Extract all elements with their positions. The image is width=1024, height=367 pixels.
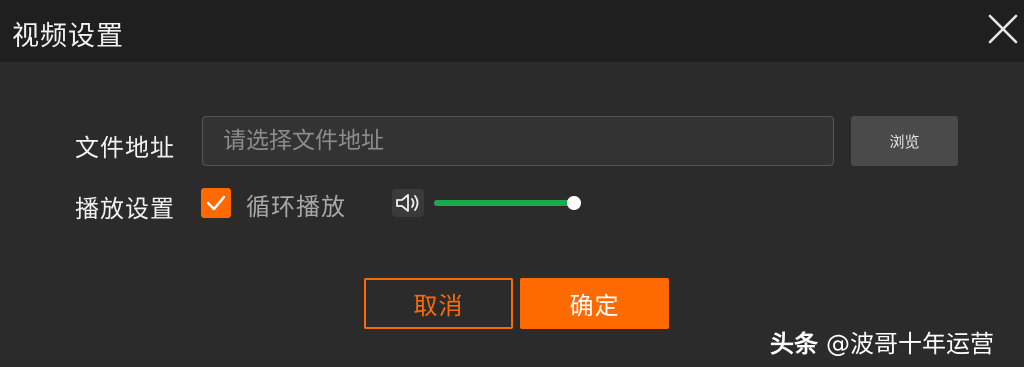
loop-label: 循环播放	[246, 193, 346, 221]
watermark: 头条 @波哥十年运营	[770, 324, 994, 359]
volume-slider[interactable]	[434, 193, 581, 213]
speaker-icon	[396, 194, 419, 212]
watermark-handle: @波哥十年运营	[826, 330, 994, 358]
volume-slider-thumb[interactable]	[567, 196, 581, 210]
video-settings-dialog: 视频设置 文件地址 浏览 播放设置 循环播放 取消 确定 头条 @波哥十年运营	[0, 0, 1024, 367]
browse-button[interactable]: 浏览	[851, 116, 958, 166]
watermark-brand: 头条	[770, 330, 818, 358]
dialog-titlebar: 视频设置	[0, 0, 1024, 62]
volume-slider-fill	[434, 200, 574, 206]
close-icon	[988, 14, 1018, 44]
dialog-title: 视频设置	[12, 21, 124, 52]
file-path-input[interactable]	[202, 116, 834, 166]
loop-checkbox[interactable]	[201, 188, 231, 218]
volume-button[interactable]	[392, 189, 424, 217]
close-button[interactable]	[984, 10, 1022, 48]
checkmark-icon	[206, 195, 226, 211]
playback-settings-label: 播放设置	[75, 195, 175, 223]
confirm-button[interactable]: 确定	[520, 278, 669, 329]
file-path-label: 文件地址	[75, 134, 175, 162]
cancel-button[interactable]: 取消	[364, 278, 513, 329]
